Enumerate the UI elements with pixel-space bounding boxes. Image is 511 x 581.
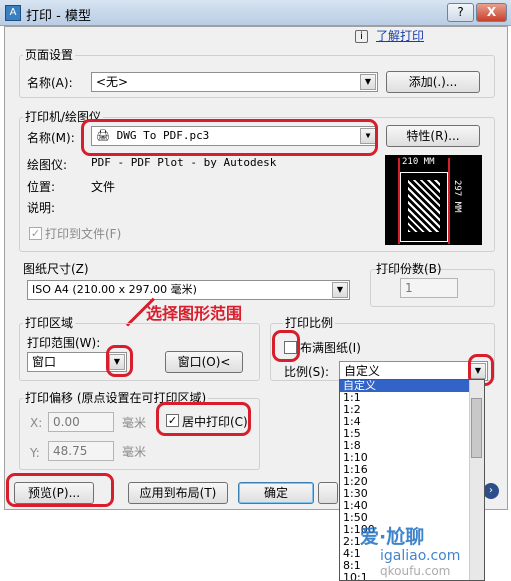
fit-to-paper-label: 布满图纸(I) xyxy=(300,341,361,355)
location-label: 位置: xyxy=(27,180,56,194)
chevron-down-icon[interactable]: ▼ xyxy=(360,74,376,90)
cancel-button-partial[interactable] xyxy=(318,482,338,504)
offset-x-input[interactable]: 0.00 xyxy=(48,412,114,432)
dropdown-scroll-thumb[interactable] xyxy=(471,398,482,458)
location-value: 文件 xyxy=(91,180,116,194)
apply-to-layout-button[interactable]: 应用到布局(T) xyxy=(128,482,228,504)
help-button[interactable]: ? xyxy=(447,3,474,22)
offset-x-label: X: xyxy=(30,416,43,430)
highlight-fit-to-paper xyxy=(272,330,300,362)
paper-size-combo[interactable]: ISO A4 (210.00 x 297.00 毫米) ▼ xyxy=(27,280,350,300)
plotter-label: 绘图仪: xyxy=(27,158,68,172)
watermark-text: 爱·尬聊 xyxy=(360,526,425,548)
list-item[interactable]: 1:4 xyxy=(340,416,484,428)
add-page-setup-button[interactable]: 添加(.)... xyxy=(386,71,480,93)
printable-area-hatch xyxy=(408,180,440,232)
copies-input[interactable]: 1 xyxy=(400,278,458,298)
list-item[interactable]: 1:5 xyxy=(340,428,484,440)
highlight-preview xyxy=(6,473,114,507)
page-setup-name-value: <无> xyxy=(96,75,129,89)
page-setup-title: 页面设置 xyxy=(23,46,76,63)
chevron-down-icon[interactable]: ▼ xyxy=(332,282,348,298)
page-setup-name-combo[interactable]: <无> ▼ xyxy=(91,72,378,92)
scale-ratio-combo[interactable]: 自定义 ▼ xyxy=(339,361,488,381)
printer-name-label: 名称(M): xyxy=(27,131,75,145)
preview-height: 297 MM xyxy=(452,180,462,213)
print-to-file-label: 打印到文件(F) xyxy=(45,227,122,241)
offset-x-unit: 毫米 xyxy=(122,416,147,430)
list-item[interactable]: 1:1 xyxy=(340,392,484,404)
highlight-printer xyxy=(81,119,378,156)
ok-button[interactable]: 确定 xyxy=(238,482,314,504)
highlight-range-arrow xyxy=(106,345,133,377)
scale-ratio-value: 自定义 xyxy=(344,364,381,378)
red-edge-right xyxy=(448,158,450,244)
expand-arrow-icon[interactable]: › xyxy=(483,483,499,499)
watermark-url2: qkoufu.com xyxy=(380,564,451,578)
watermark-url: igaliao.com xyxy=(380,548,461,564)
printer-properties-button[interactable]: 特性(R)... xyxy=(386,125,480,147)
print-area-title: 打印区域 xyxy=(23,314,76,331)
annotation-select-range: 选择图形范围 xyxy=(146,304,243,323)
offset-y-unit: 毫米 xyxy=(122,445,147,459)
offset-y-input[interactable]: 48.75 xyxy=(48,441,114,461)
print-range-label: 打印范围(W): xyxy=(27,336,101,350)
copies-title: 打印份数(B) xyxy=(376,262,442,276)
highlight-center-print xyxy=(156,402,251,436)
scale-ratio-label: 比例(S): xyxy=(284,365,330,379)
info-icon: i xyxy=(355,30,368,43)
print-to-file-checkbox[interactable]: ✓ xyxy=(29,227,42,240)
page-setup-name-label: 名称(A): xyxy=(27,76,73,90)
preview-width: 210 MM xyxy=(402,157,435,167)
paper-size-title: 图纸尺寸(Z) xyxy=(23,262,89,276)
list-item[interactable]: 自定义 xyxy=(340,380,484,392)
window-title: 打印 - 模型 xyxy=(26,9,91,24)
red-edge-left xyxy=(398,158,400,244)
window-pick-button[interactable]: 窗口(O)< xyxy=(165,351,243,373)
paper-size-value: ISO A4 (210.00 x 297.00 毫米) xyxy=(32,283,197,296)
print-scale-title: 打印比例 xyxy=(283,314,336,331)
close-button[interactable]: X xyxy=(476,3,507,22)
offset-y-label: Y: xyxy=(30,446,40,460)
list-item[interactable]: 1:2 xyxy=(340,404,484,416)
learn-print-link[interactable]: 了解打印 xyxy=(376,27,424,44)
app-icon: A xyxy=(5,5,21,21)
plotter-value: PDF - PDF Plot - by Autodesk xyxy=(91,156,277,169)
description-label: 说明: xyxy=(27,201,56,215)
print-range-value: 窗口 xyxy=(32,355,57,369)
